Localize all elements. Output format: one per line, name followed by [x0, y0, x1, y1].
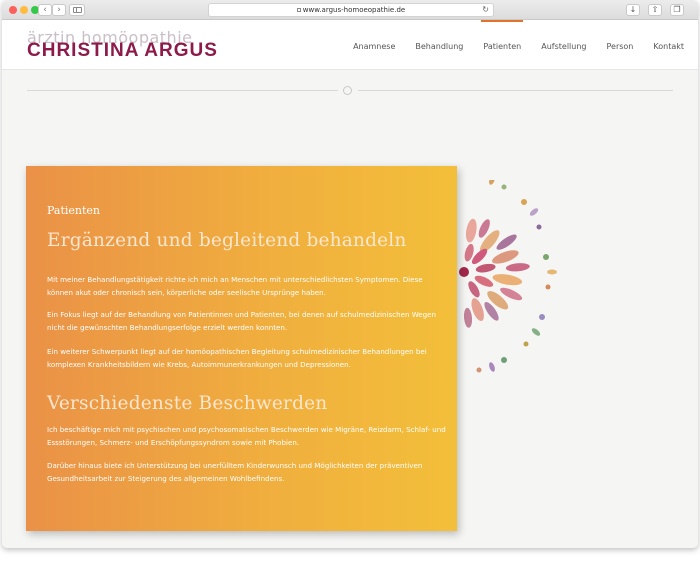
menu-item-kontakt[interactable]: Kontakt: [653, 42, 684, 51]
close-window-button[interactable]: [9, 6, 17, 14]
lock-icon: [296, 8, 301, 12]
content-card: Patienten Ergänzend und begleitend behan…: [26, 166, 457, 531]
reload-icon[interactable]: ↻: [482, 4, 489, 16]
menu-item-aufstellung[interactable]: Aufstellung: [541, 42, 586, 51]
sidebar-toggle-button[interactable]: [69, 4, 85, 16]
tabs-icon[interactable]: ❐: [670, 4, 684, 16]
paragraph-2: Ein Fokus liegt auf der Behandlung von P…: [47, 310, 437, 332]
heading-ergaenzend: Ergänzend und begleitend behandeln: [47, 230, 407, 251]
logo-name[interactable]: CHRISTINA ARGUS: [27, 40, 218, 62]
url-text: www.argus-homoeopathie.de: [302, 6, 406, 14]
section-label: Patienten: [47, 204, 101, 217]
main-menu: Anamnese Behandlung Patienten Aufstellun…: [333, 20, 684, 51]
forward-button[interactable]: ›: [52, 4, 66, 16]
divider-circle-icon: [343, 86, 352, 95]
menu-item-behandlung[interactable]: Behandlung: [415, 42, 463, 51]
download-icon[interactable]: ↓: [626, 4, 640, 16]
paragraph-3: Ein weiterer Schwerpunkt liegt auf der h…: [47, 347, 427, 369]
menu-item-person[interactable]: Person: [606, 42, 633, 51]
site-header: ärztin homöopathie CHRISTINA ARGUS Anamn…: [2, 20, 698, 70]
minimize-window-button[interactable]: [20, 6, 28, 14]
menu-item-anamnese[interactable]: Anamnese: [353, 42, 395, 51]
browser-toolbar: ‹ › www.argus-homoeopathie.de ↻ ↓ ⇧ ❐: [2, 0, 698, 20]
paragraph-4: Ich beschäftige mich mit psychischen und…: [47, 425, 446, 447]
browser-window: ‹ › www.argus-homoeopathie.de ↻ ↓ ⇧ ❐ är…: [2, 0, 698, 548]
section-divider-left: [27, 90, 338, 91]
share-icon[interactable]: ⇧: [648, 4, 662, 16]
sidebar-icon: [73, 7, 82, 13]
paragraph-1: Mit meiner Behandlungstätigkeit richte i…: [47, 275, 423, 297]
heading-beschwerden: Verschiedenste Beschwerden: [47, 393, 328, 414]
paragraph-5: Darüber hinaus biete ich Unterstützung b…: [47, 461, 423, 483]
section-divider-right: [358, 90, 673, 91]
menu-item-patienten[interactable]: Patienten: [481, 20, 524, 51]
address-bar[interactable]: www.argus-homoeopathie.de ↻: [208, 3, 494, 17]
back-button[interactable]: ‹: [38, 4, 52, 16]
